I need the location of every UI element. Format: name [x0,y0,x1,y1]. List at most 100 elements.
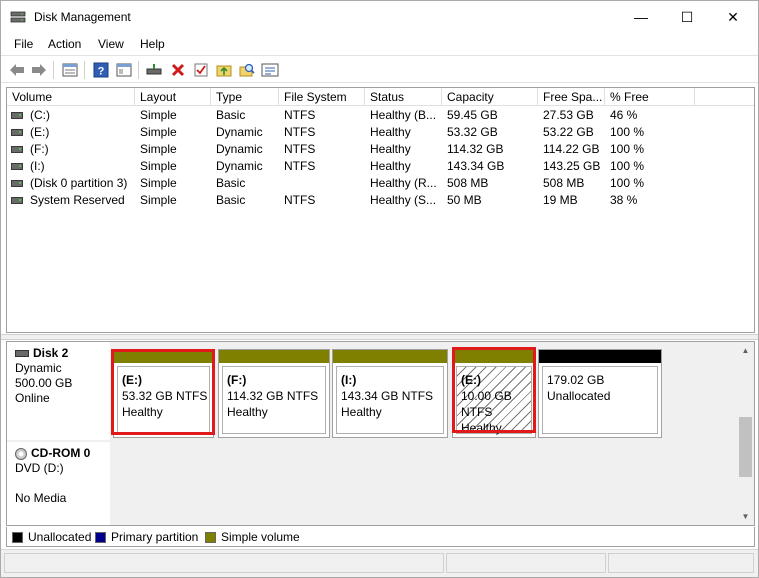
menu-help[interactable]: Help [140,37,165,51]
cdrom-0-name: CD-ROM 0 [31,446,91,460]
disk-management-window: Disk Management — ☐ ✕ File Action View H… [0,0,759,578]
legend-swatch [12,532,23,543]
volume-row[interactable]: (I:) Simple Dynamic NTFS Healthy 143.34 … [7,158,754,175]
check-icon[interactable] [191,60,211,80]
column-header-type[interactable]: Type [211,88,279,106]
volume-percent-free: 100 % [610,142,645,156]
volume-row[interactable]: (Disk 0 partition 3) Simple Basic Health… [7,175,754,192]
menu-bar: File Action View Help [1,33,758,55]
volume-row[interactable]: (F:) Simple Dynamic NTFS Healthy 114.32 … [7,141,754,158]
volume-layout: Simple [140,108,177,122]
drive-icon [11,129,23,136]
volume-status: Healthy (R... [370,176,437,190]
menu-file[interactable]: File [14,37,33,51]
volume-layout: Simple [140,142,177,156]
volume-file-system: NTFS [284,159,316,173]
volume-percent-free: 100 % [610,176,645,190]
column-header-file-system[interactable]: File System [279,88,365,106]
drive-icon [11,146,23,153]
pane-splitter[interactable] [1,334,758,340]
cdrom-0-area [110,442,737,525]
disk-management-app-icon [10,11,26,23]
disk-icon [15,350,29,358]
console-view-icon[interactable] [114,60,134,80]
folder-up-icon[interactable] [214,60,234,80]
column-header-layout[interactable]: Layout [135,88,211,106]
menu-action[interactable]: Action [48,37,81,51]
volume-status: Healthy [370,159,411,173]
disk-graphical-view: Disk 2 Dynamic 500.00 GB Online (E:) 53.… [6,341,755,526]
volume-free-space: 19 MB [543,193,578,207]
toolbar: ? [1,55,758,83]
close-button[interactable]: ✕ [710,1,756,33]
volume-percent-free: 100 % [610,125,645,139]
volume-name: (Disk 0 partition 3) [30,176,128,190]
volume-name: System Reserved [30,193,125,207]
connect-drive-icon[interactable] [145,60,165,80]
cdrom-0-info[interactable]: CD-ROM 0 DVD (D:) No Media [7,442,110,525]
column-header-percent-free[interactable]: % Free [605,88,695,106]
partition-name: (E:) [122,373,142,387]
scroll-thumb[interactable] [739,417,752,477]
maximize-button[interactable]: ☐ [664,1,710,33]
drive-icon [11,112,23,119]
partition-i[interactable]: (I:) 143.34 GB NTFS Healthy [332,349,448,438]
volume-file-system: NTFS [284,193,316,207]
partition-status: Healthy [227,405,268,419]
partition-size: 10.00 GB NTFS [461,389,512,419]
partition-size: 114.32 GB NTFS [227,389,319,403]
partition-e-extended[interactable]: (E:) 10.00 GB NTFS Healthy [452,349,536,438]
volume-row[interactable]: (E:) Simple Dynamic NTFS Healthy 53.32 G… [7,124,754,141]
partition-bar [219,350,329,363]
legend-item-primary-partition: Primary partition [95,530,198,544]
volume-free-space: 27.53 GB [543,108,594,122]
disk-2-type: Dynamic [15,361,62,375]
cdrom-0-type: DVD (D:) [15,461,64,475]
volume-type: Basic [216,193,246,207]
partition-status: Healthy [341,405,382,419]
drive-icon [11,197,23,204]
back-icon[interactable] [7,60,27,80]
volume-percent-free: 46 % [610,108,638,122]
volume-layout: Simple [140,159,177,173]
partition-name: (F:) [227,373,247,387]
partition-name: (I:) [341,373,357,387]
drive-icon [11,163,23,170]
forward-icon[interactable] [29,60,49,80]
disk-2-name: Disk 2 [33,346,69,360]
column-header-status[interactable]: Status [365,88,442,106]
column-header-capacity[interactable]: Capacity [442,88,538,106]
volume-status: Healthy (B... [370,108,437,122]
volume-capacity: 53.32 GB [447,125,498,139]
column-header-free-space[interactable]: Free Spa... [538,88,605,106]
scroll-down-icon[interactable]: ▼ [737,508,754,525]
volume-row[interactable]: (C:) Simple Basic NTFS Healthy (B... 59.… [7,107,754,124]
partition-f[interactable]: (F:) 114.32 GB NTFS Healthy [218,349,330,438]
volume-status: Healthy (S... [370,193,437,207]
settings-list-icon[interactable] [260,60,280,80]
column-header-volume[interactable]: Volume [7,88,135,106]
volume-capacity: 143.34 GB [447,159,505,173]
partition-status: Healthy [122,405,163,419]
volume-file-system: NTFS [284,142,316,156]
volume-capacity: 114.32 GB [447,142,504,156]
legend: Unallocated Primary partition Simple vol… [6,527,755,547]
disk-view-scrollbar[interactable]: ▲ ▼ [737,342,754,525]
properties-view-icon[interactable] [60,60,80,80]
delete-icon[interactable] [168,60,188,80]
window-title: Disk Management [34,10,131,24]
disk-2-info[interactable]: Disk 2 Dynamic 500.00 GB Online [7,342,110,440]
volume-file-system: NTFS [284,125,316,139]
close-icon: ✕ [727,8,739,25]
volume-row[interactable]: System Reserved Simple Basic NTFS Health… [7,192,754,209]
partition-unallocated[interactable]: 179.02 GB Unallocated [538,349,662,438]
volume-percent-free: 100 % [610,159,645,173]
volume-name: (I:) [30,159,45,173]
menu-view[interactable]: View [98,37,124,51]
partition-e[interactable]: (E:) 53.32 GB NTFS Healthy [113,349,214,438]
scroll-up-icon[interactable]: ▲ [737,342,754,359]
search-folder-icon[interactable] [237,60,257,80]
minimize-button[interactable]: — [618,1,664,33]
status-cell [608,553,754,573]
help-icon[interactable]: ? [91,60,111,80]
